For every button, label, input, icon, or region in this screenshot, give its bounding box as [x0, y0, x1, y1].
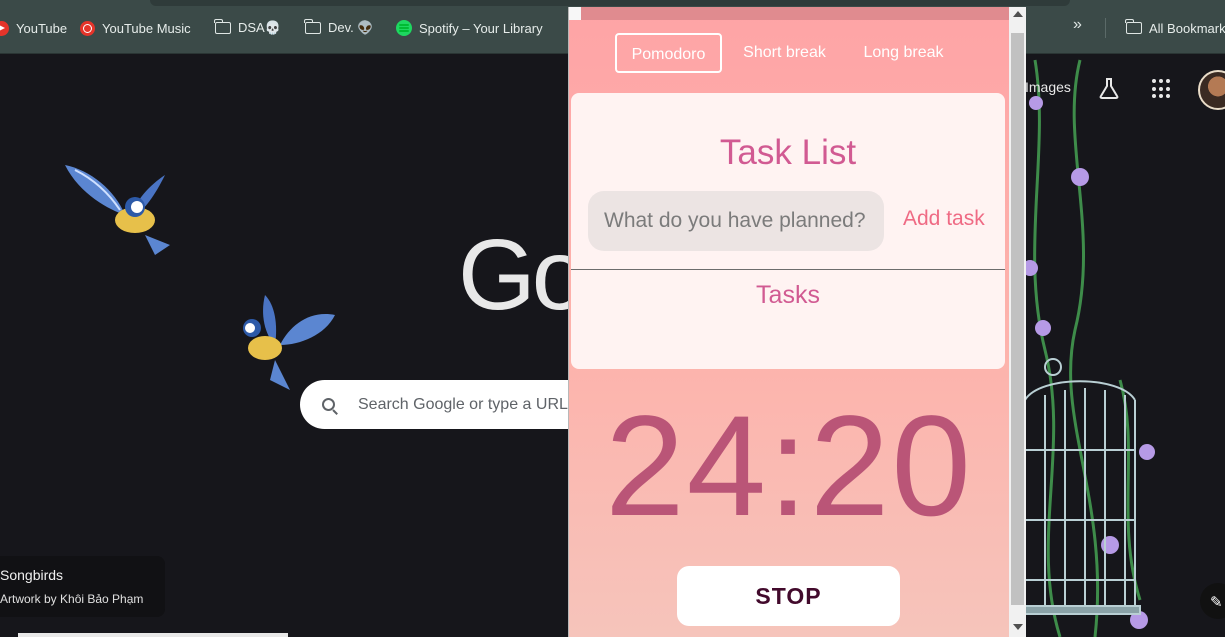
task-list-card: Task List Add task Tasks [571, 93, 1005, 369]
stop-button[interactable]: STOP [677, 566, 900, 626]
pomodoro-extension-popup: Pomodoro Short break Long break Task Lis… [568, 7, 1026, 637]
pencil-icon: ✎ [1210, 594, 1223, 611]
bird-illustration [65, 165, 170, 255]
tab-pomodoro[interactable]: Pomodoro [615, 33, 722, 73]
birdcage-illustration [1019, 358, 1141, 615]
tasks-heading: Tasks [756, 281, 820, 309]
tab-long-break[interactable]: Long break [852, 33, 955, 73]
task-list-title: Task List [719, 133, 857, 172]
add-task-button[interactable]: Add task [903, 207, 985, 231]
popup-top-corner [569, 7, 581, 20]
timer-display: 24:20 [605, 387, 973, 546]
scroll-up-arrow-icon[interactable] [1013, 11, 1023, 17]
labs-flask-icon[interactable] [1098, 77, 1120, 99]
popup-top-band [569, 7, 1009, 20]
search-placeholder: Search Google or type a URL [358, 395, 568, 413]
search-icon [322, 397, 336, 412]
artwork-title: Songbirds [0, 567, 64, 583]
google-logo: Go [458, 219, 587, 331]
artwork-attribution-card[interactable]: Songbirds Artwork by Khôi Bảo Phạm [0, 556, 165, 617]
scrollbar-thumb[interactable] [1011, 33, 1024, 605]
task-input[interactable] [588, 191, 884, 251]
divider [571, 269, 1005, 270]
artwork-credit: Artwork by Khôi Bảo Phạm [0, 592, 144, 606]
tab-short-break[interactable]: Short break [733, 33, 836, 73]
bottom-indicator [18, 633, 288, 637]
popup-scrollbar[interactable] [1009, 7, 1026, 637]
scroll-down-arrow-icon[interactable] [1013, 624, 1023, 630]
google-apps-grid-icon[interactable] [1152, 79, 1172, 99]
bird-illustration [243, 295, 335, 390]
images-link[interactable]: Images [1025, 79, 1071, 95]
mode-tabs: Pomodoro Short break Long break [569, 33, 1009, 75]
